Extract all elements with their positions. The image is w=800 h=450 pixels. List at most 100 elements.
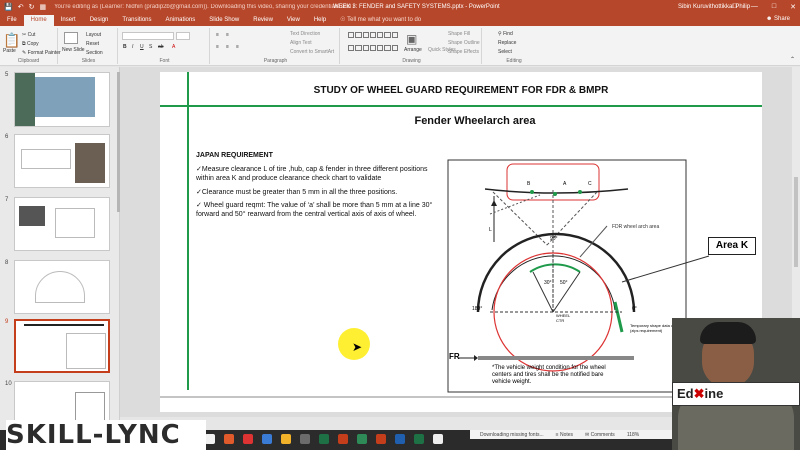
- new-slide-icon[interactable]: [64, 32, 78, 44]
- share-button[interactable]: ☻ Share: [766, 16, 790, 22]
- font-size-select[interactable]: [176, 32, 190, 40]
- cut-button[interactable]: ✂ Cut: [22, 32, 35, 38]
- new-slide-button[interactable]: New Slide: [62, 47, 85, 53]
- taskbar-app-icon[interactable]: [205, 434, 215, 444]
- shapes-gallery[interactable]: [348, 32, 398, 56]
- taskbar-app-icon[interactable]: [281, 434, 291, 444]
- paste-button[interactable]: Paste: [3, 48, 16, 54]
- ground-bar: [478, 356, 634, 360]
- clipboard-group: 📋 Paste ✂ Cut ⧉ Copy ✎ Format Painter Cl…: [0, 28, 61, 64]
- tell-me-search[interactable]: ☉ Tell me what you want to do: [333, 15, 428, 26]
- skill-lync-logo-text: SKILL-LYNC: [6, 420, 181, 450]
- font-group: B I U S ab A Font: [120, 28, 210, 64]
- label-a: A: [563, 181, 567, 187]
- notes-button[interactable]: ≡ Notes: [556, 432, 573, 438]
- slide-thumbnail-8[interactable]: [14, 260, 110, 314]
- align-left-icon[interactable]: ≡: [216, 44, 219, 50]
- shape-effects-button[interactable]: Shape Effects: [448, 49, 479, 55]
- taskbar-app-icon[interactable]: [376, 434, 386, 444]
- find-button[interactable]: ⚲ Find: [498, 31, 513, 37]
- arrange-icon[interactable]: ▣: [406, 32, 417, 46]
- slide-thumbnail-pane: 5 6 7 8 9 10: [0, 67, 120, 435]
- taskbar-app-icon[interactable]: [338, 434, 348, 444]
- taskbar-app-icon[interactable]: [300, 434, 310, 444]
- section-button[interactable]: Section: [86, 50, 103, 56]
- tab-animations[interactable]: Animations: [159, 15, 203, 26]
- slide-thumbnail-9[interactable]: [14, 319, 110, 373]
- shape-outline-button[interactable]: Shape Outline: [448, 40, 480, 46]
- italic-icon[interactable]: I: [132, 44, 133, 50]
- replace-button[interactable]: Replace: [498, 40, 516, 46]
- underline-icon[interactable]: U: [140, 44, 144, 50]
- paste-icon[interactable]: 📋: [3, 32, 20, 49]
- tab-home[interactable]: Home: [23, 15, 54, 26]
- font-name-select[interactable]: [122, 32, 174, 40]
- taskbar-app-icon[interactable]: [224, 434, 234, 444]
- edx-sign: Ed✖ine: [672, 382, 800, 406]
- align-text-button[interactable]: Align Text: [290, 40, 312, 46]
- cut-label: Cut: [27, 32, 36, 38]
- scrollbar-thumb[interactable]: [794, 177, 798, 267]
- paragraph-group: ≡ ≡ ≡ ≡ ≡ Text Direction Align Text Conv…: [212, 28, 340, 64]
- numbering-icon[interactable]: ≡: [226, 32, 229, 38]
- label-l: L: [489, 227, 492, 233]
- comments-label: Comments: [590, 431, 615, 438]
- tab-file[interactable]: File: [0, 15, 24, 26]
- close-icon[interactable]: ✕: [790, 3, 796, 11]
- save-icon[interactable]: 💾: [4, 3, 13, 11]
- zoom-level[interactable]: 118%: [627, 432, 639, 438]
- share-icon: ☻: [766, 16, 774, 22]
- tab-slide-show[interactable]: Slide Show: [202, 15, 246, 26]
- fr-label: FR: [449, 352, 460, 361]
- maximize-icon[interactable]: □: [772, 3, 776, 11]
- drawing-group: ▣ Arrange Quick Styles Shape Fill Shape …: [342, 28, 482, 64]
- taskbar-app-icon[interactable]: [395, 434, 405, 444]
- label-fdr-arch: FDR wheel arch area: [612, 224, 660, 230]
- redo-icon[interactable]: ↻: [29, 3, 35, 11]
- taskbar-app-icon[interactable]: [433, 434, 443, 444]
- tab-review[interactable]: Review: [246, 15, 280, 26]
- shape-fill-button[interactable]: Shape Fill: [448, 31, 470, 37]
- tab-design[interactable]: Design: [83, 15, 116, 26]
- undo-icon[interactable]: ↶: [18, 3, 24, 11]
- group-label-slides: Slides: [81, 58, 96, 64]
- copy-label: Copy: [26, 41, 39, 47]
- comments-button[interactable]: ✉ Comments: [585, 432, 615, 438]
- arrange-button[interactable]: Arrange: [404, 47, 422, 53]
- convert-smartart-button[interactable]: Convert to SmartArt: [290, 49, 334, 55]
- slide-thumbnail-6[interactable]: [14, 134, 110, 188]
- thumb-image: [75, 143, 105, 183]
- shadow-icon[interactable]: S: [149, 44, 152, 50]
- thumb-number: 5: [5, 72, 9, 78]
- taskbar-app-icon[interactable]: [262, 434, 272, 444]
- taskbar-app-icon[interactable]: [243, 434, 253, 444]
- group-label-editing: Editing: [506, 58, 522, 64]
- slide-thumbnail-5[interactable]: [14, 72, 110, 127]
- thumb-title: [24, 324, 104, 326]
- font-color-icon[interactable]: A: [172, 44, 175, 50]
- copy-button[interactable]: ⧉ Copy: [22, 41, 39, 47]
- text-direction-button[interactable]: Text Direction: [290, 31, 320, 37]
- taskbar-app-icon[interactable]: [414, 434, 424, 444]
- align-right-icon[interactable]: ≡: [236, 44, 239, 50]
- format-painter-button[interactable]: ✎ Format Painter: [22, 50, 61, 56]
- start-slideshow-icon[interactable]: ▦: [39, 3, 46, 11]
- group-label-drawing: Drawing: [402, 58, 421, 64]
- strikethrough-icon[interactable]: ab: [158, 44, 164, 50]
- tab-insert[interactable]: Insert: [54, 15, 83, 26]
- taskbar-app-icon[interactable]: [319, 434, 329, 444]
- taskbar-app-icon[interactable]: [357, 434, 367, 444]
- slide-thumbnail-7[interactable]: [14, 197, 110, 251]
- reset-button[interactable]: Reset: [86, 41, 99, 47]
- ribbon-display-icon[interactable]: □: [733, 3, 737, 11]
- collapse-ribbon-icon[interactable]: ⌃: [790, 56, 795, 63]
- align-center-icon[interactable]: ≡: [226, 44, 229, 50]
- minimize-icon[interactable]: —: [751, 3, 758, 11]
- select-button[interactable]: Select: [498, 49, 512, 55]
- layout-button[interactable]: Layout: [86, 32, 101, 38]
- tab-view[interactable]: View: [280, 15, 307, 26]
- tab-transitions[interactable]: Transitions: [115, 15, 158, 26]
- bold-icon[interactable]: B: [123, 44, 127, 50]
- tab-help[interactable]: Help: [307, 15, 333, 26]
- bullets-icon[interactable]: ≡: [216, 32, 219, 38]
